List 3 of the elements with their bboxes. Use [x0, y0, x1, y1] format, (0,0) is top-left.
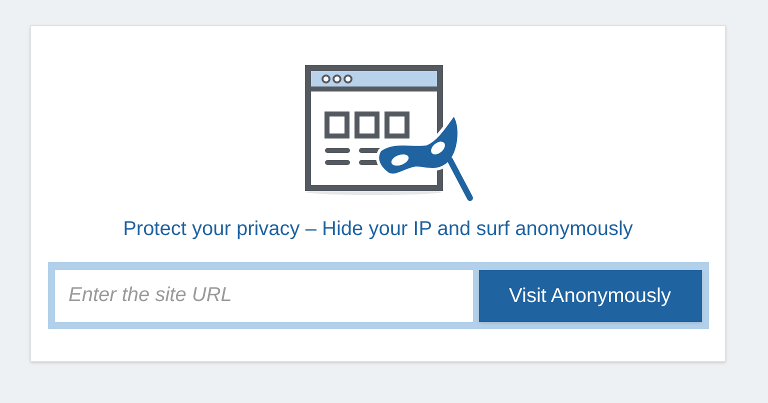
tagline: Protect your privacy – Hide your IP and surf anonymously [123, 217, 633, 242]
visit-anonymously-button[interactable]: Visit Anonymously [478, 270, 702, 322]
url-input-field[interactable]: Enter the site URL [54, 270, 472, 322]
